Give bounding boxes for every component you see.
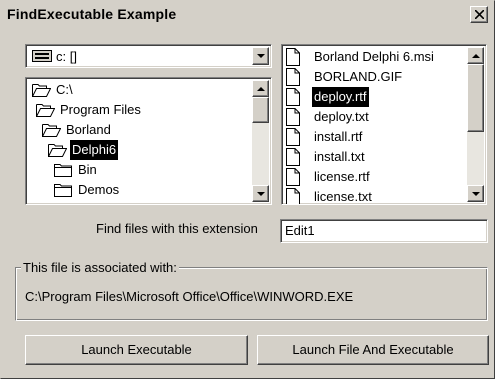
launch-executable-button[interactable]: Launch Executable	[25, 335, 248, 365]
open-folder-icon	[42, 124, 61, 137]
document-icon	[286, 148, 300, 166]
open-folder-icon	[36, 104, 55, 117]
drive-dropdown-button[interactable]	[252, 47, 269, 65]
chevron-down-icon	[257, 192, 265, 196]
file-name: Borland Delphi 6.msi	[314, 49, 434, 64]
document-icon	[286, 188, 300, 204]
extension-input-value: Edit1	[285, 223, 315, 238]
file-list[interactable]: Borland Delphi 6.msi BORLAND.GIF deploy.…	[281, 44, 487, 205]
scroll-down-button[interactable]	[467, 185, 484, 202]
drive-icon	[32, 50, 52, 62]
close-button[interactable]	[470, 6, 488, 23]
directory-label: Bin	[78, 162, 97, 177]
close-icon	[475, 10, 484, 19]
chevron-up-icon	[472, 54, 480, 58]
window-title: FindExecutable Example	[7, 6, 177, 22]
chevron-down-icon	[257, 54, 265, 58]
closed-folder-icon	[54, 184, 72, 197]
directory-label: Delphi6	[70, 140, 119, 160]
file-name: install.txt	[314, 149, 365, 164]
directory-label: Program Files	[60, 102, 141, 117]
file-list-scrollbar[interactable]	[467, 47, 484, 202]
scroll-thumb[interactable]	[467, 64, 484, 132]
drive-combobox[interactable]: c: []	[25, 44, 272, 68]
scroll-thumb[interactable]	[252, 97, 269, 123]
scroll-up-button[interactable]	[252, 80, 269, 97]
scroll-up-button[interactable]	[467, 47, 484, 64]
directory-scrollbar[interactable]	[252, 80, 269, 202]
extension-label: Find files with this extension	[96, 221, 258, 236]
drive-combobox-value: c: []	[56, 49, 77, 64]
directory-label: C:\	[56, 82, 73, 97]
title-bar[interactable]: FindExecutable Example	[3, 3, 492, 26]
document-icon	[286, 128, 300, 146]
directory-list[interactable]: C:\ Program Files Borland Delphi6 Bin De…	[25, 77, 272, 205]
document-icon	[286, 48, 300, 66]
closed-folder-icon	[54, 164, 72, 177]
find-executable-window: FindExecutable Example c: [] C:\ Program…	[0, 0, 495, 379]
document-icon	[286, 68, 300, 86]
chevron-up-icon	[257, 87, 265, 91]
file-name: license.rtf	[314, 169, 370, 184]
chevron-down-icon	[472, 192, 480, 196]
open-folder-icon	[32, 84, 51, 97]
launch-file-and-executable-button[interactable]: Launch File And Executable	[257, 335, 489, 365]
document-icon	[286, 168, 300, 186]
associated-executable-path: C:\Program Files\Microsoft Office\Office…	[25, 289, 354, 304]
directory-label: Borland	[66, 122, 111, 137]
file-name: install.rtf	[314, 129, 363, 144]
file-name: deploy.txt	[314, 109, 369, 124]
open-folder-icon	[48, 144, 67, 157]
file-name: BORLAND.GIF	[314, 69, 403, 84]
file-name: license.txt	[314, 189, 372, 204]
document-icon	[286, 108, 300, 126]
extension-input[interactable]: Edit1	[280, 219, 488, 243]
association-caption: This file is associated with:	[21, 260, 179, 275]
directory-label: Demos	[78, 182, 120, 197]
document-icon	[286, 88, 300, 106]
scroll-down-button[interactable]	[252, 185, 269, 202]
file-name: deploy.rtf	[312, 87, 369, 107]
